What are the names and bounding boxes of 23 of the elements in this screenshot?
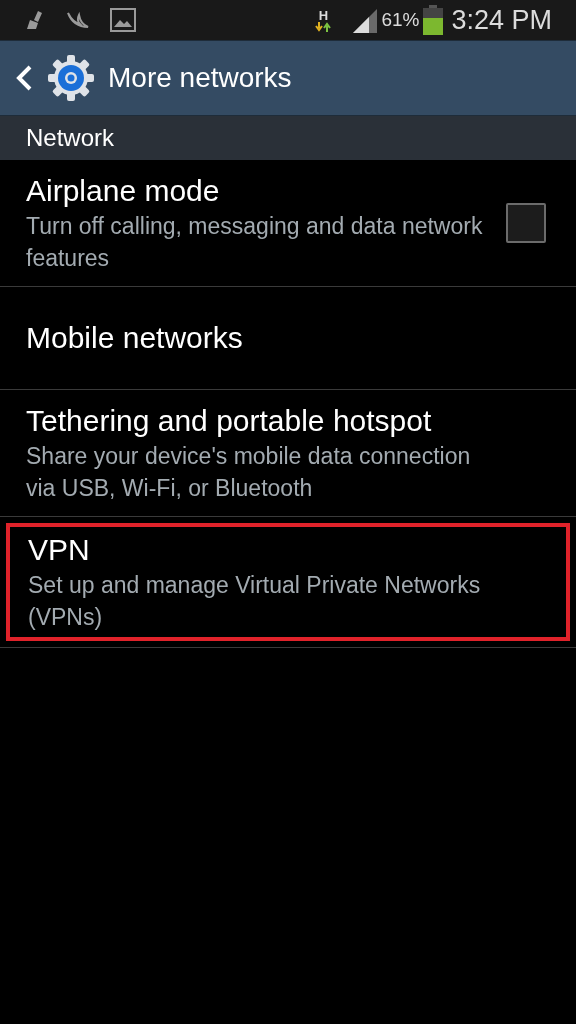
settings-item[interactable]: Mobile networks xyxy=(0,287,576,390)
section-title: Network xyxy=(26,123,115,153)
setting-description: Turn off calling, messaging and data network features xyxy=(26,212,484,273)
settings-item[interactable]: VPN Set up and manage Virtual Private Networks (VPNs) xyxy=(0,517,576,648)
settings-item[interactable]: Airplane mode Turn off calling, messaging and data network features xyxy=(0,160,576,287)
setting-description: Share your device's mobile data connection via USB, Wi-Fi, or Bluetooth xyxy=(26,442,472,503)
setting-title: VPN xyxy=(28,532,91,568)
setting-title: Mobile networks xyxy=(26,320,244,356)
back-icon[interactable] xyxy=(14,63,34,93)
network-type: H xyxy=(315,8,332,32)
screen-title: More networks xyxy=(108,61,292,95)
battery-percent: 61% xyxy=(381,7,420,32)
signal-icon xyxy=(351,7,378,33)
checkbox[interactable] xyxy=(506,203,546,243)
setting-title: Airplane mode xyxy=(26,173,221,209)
data-arrows-icon xyxy=(315,21,332,32)
setting-description: Set up and manage Virtual Private Networks (VPNs) xyxy=(28,571,482,632)
settings-icon xyxy=(46,53,96,103)
clock: 3:24 PM xyxy=(451,3,552,37)
battery-icon xyxy=(423,5,444,35)
settings-item[interactable]: Tethering and portable hotspot Share your device's mobile data connection via USB, Wi-Fi, or Bluetooth xyxy=(0,390,576,517)
setting-title: Tethering and portable hotspot xyxy=(26,403,433,439)
image-icon xyxy=(110,8,136,32)
